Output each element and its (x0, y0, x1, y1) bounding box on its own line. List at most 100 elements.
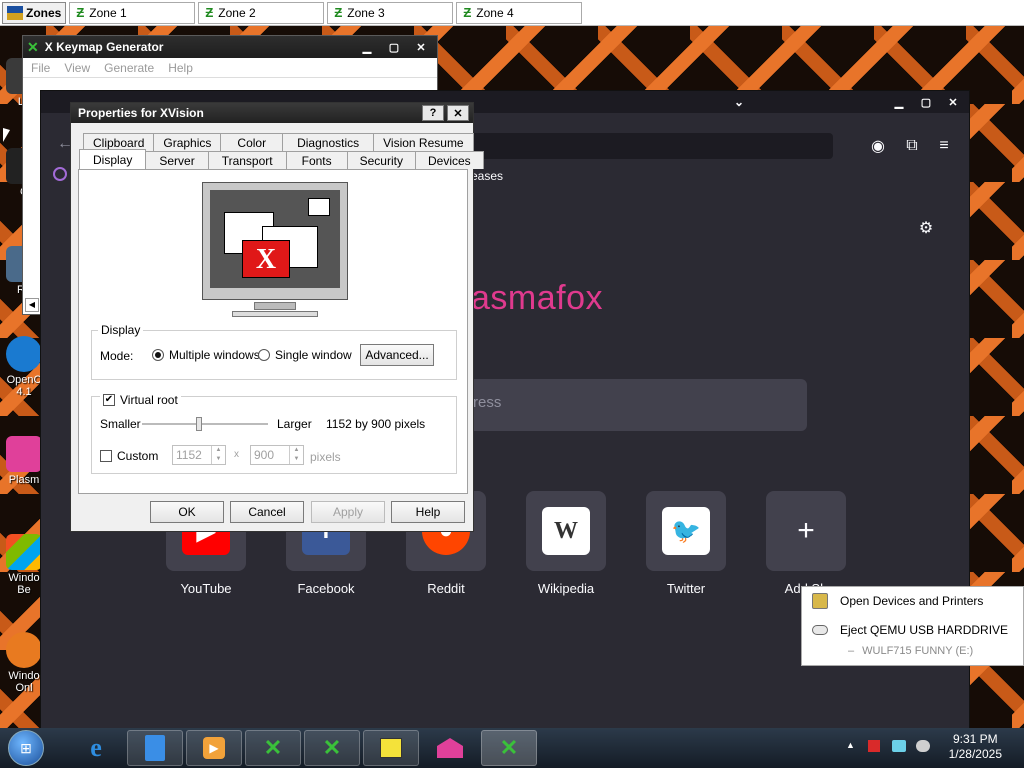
clock-time: 9:31 PM (952, 732, 998, 746)
custom-width-stepper[interactable]: 1152 ▲ ▼ (172, 445, 226, 465)
open-devices-item[interactable]: Open Devices and Printers (812, 593, 983, 609)
zone-1[interactable]: Ƶ Zone 1 (69, 1, 196, 24)
tab-devices[interactable]: Devices (414, 151, 484, 169)
custom-label: Custom (117, 449, 159, 463)
editor-icon[interactable] (363, 730, 419, 766)
extensions-icon[interactable]: ⧉ (901, 135, 923, 157)
plasma-icon (6, 436, 42, 472)
props-titlebar[interactable]: Properties for XVision ? ✕ (71, 103, 473, 123)
eject-usb-item[interactable]: Eject QEMU USB HARDDRIVE (812, 623, 1008, 637)
zone-3[interactable]: Ƶ Zone 3 (327, 1, 454, 24)
zones-icon (7, 5, 23, 20)
start-orb-icon[interactable]: ⊞ (8, 730, 44, 766)
keymap-menubar: File View Generate Help (23, 58, 437, 78)
clock[interactable]: 9:31 PM 1/28/2025 (949, 732, 1002, 762)
spin-arrows-icon[interactable]: ▲ ▼ (211, 446, 225, 464)
custom-checkbox[interactable]: Custom (100, 449, 158, 463)
display-tab-panel: X Display Mode: Multiple windows Single … (78, 169, 468, 494)
shortcut-tile-twitter[interactable]: 🐦 Twitter (626, 491, 746, 596)
chevron-down-icon[interactable]: ⌄ (734, 95, 744, 109)
help-button[interactable]: Help (391, 501, 465, 523)
zone-4[interactable]: Ƶ Zone 4 (456, 1, 583, 24)
xvision-icon[interactable]: ✕ (245, 730, 301, 766)
maximize-icon[interactable]: ▢ (914, 94, 938, 110)
virtual-root-checkbox[interactable]: ✔ Virtual root (100, 393, 181, 407)
close-icon[interactable]: ✕ (447, 105, 469, 121)
tab-security[interactable]: Security (346, 151, 416, 169)
close-icon[interactable]: ✕ (941, 94, 965, 110)
tab-row-bottom: Display Server Transport Fonts Security … (79, 149, 484, 169)
show-hidden-icons-icon[interactable]: ▲ (846, 740, 855, 750)
menu-view[interactable]: View (64, 61, 90, 75)
zones-button[interactable]: Zones (2, 1, 67, 24)
radio-selected-icon (152, 349, 164, 361)
tab-diagnostics[interactable]: Diagnostics (282, 133, 375, 151)
xvision-active-icon[interactable]: ✕ (481, 730, 537, 766)
tab-display[interactable]: Display (79, 149, 147, 169)
zone-label: Zone 3 (347, 5, 385, 20)
usb-tray-icon[interactable] (916, 740, 930, 752)
minimize-icon[interactable]: ▁ (355, 39, 379, 55)
desktop-icon-label: Windo Be (8, 572, 40, 596)
desktop-icon-label: Windo Onl (8, 670, 40, 694)
spin-arrows-icon[interactable]: ▲ ▼ (289, 446, 303, 464)
tab-fonts[interactable]: Fonts (285, 151, 348, 169)
close-icon[interactable]: ✕ (409, 39, 433, 55)
xvision-font-icon[interactable]: ✕ (304, 730, 360, 766)
help-question-icon[interactable]: ? (422, 105, 444, 121)
custom-height-stepper[interactable]: 900 ▲ ▼ (250, 445, 304, 465)
ie-icon[interactable]: e (68, 730, 124, 766)
cancel-button[interactable]: Cancel (230, 501, 304, 523)
radio-single-window[interactable]: Single window (258, 348, 352, 362)
tab-vision-resume[interactable]: Vision Resume (373, 133, 474, 151)
keymap-titlebar[interactable]: ✕ X Keymap Generator ▁ ▢ ✕ (23, 36, 437, 58)
zone-icon: Ƶ (334, 5, 343, 20)
gear-icon[interactable]: ⚙ (915, 217, 937, 239)
clock-date: 1/28/2025 (948, 747, 1002, 761)
files-icon[interactable] (127, 730, 183, 766)
tile-label: Twitter (666, 581, 706, 596)
display-group: Display Mode: Multiple windows Single wi… (91, 323, 457, 380)
maximize-icon[interactable]: ▢ (382, 39, 406, 55)
eject-label: Eject QEMU USB HARDDRIVE (840, 623, 1009, 637)
bookmark-item[interactable]: eases (471, 169, 503, 183)
tab-server[interactable]: Server (145, 151, 209, 169)
slider-thumb[interactable] (196, 417, 202, 431)
desktop-icon-label: OpenC 4.1 (6, 374, 42, 398)
windows-icon (6, 632, 42, 668)
open-devices-label: Open Devices and Printers (840, 594, 984, 608)
add-shortcut-tile[interactable]: + Add Sh (746, 491, 866, 596)
ok-button[interactable]: OK (150, 501, 224, 523)
zone-label: Zone 2 (218, 5, 256, 20)
scroll-left-arrow-icon[interactable]: ◀ (25, 298, 39, 312)
radio-unselected-icon (258, 349, 270, 361)
media-player-icon[interactable]: ▶ (186, 730, 242, 766)
account-icon[interactable]: ◉ (867, 135, 889, 157)
menu-help[interactable]: Help (168, 61, 193, 75)
tab-color[interactable]: Color (220, 133, 284, 151)
shortcut-tile-wikipedia[interactable]: W Wikipedia (506, 491, 626, 596)
apply-button[interactable]: Apply (311, 501, 385, 523)
properties-dialog: Properties for XVision ? ✕ Clipboard Gra… (70, 102, 484, 532)
resolution-readout: 1152 by 900 pixels (326, 417, 426, 431)
menu-file[interactable]: File (31, 61, 50, 75)
flag-icon[interactable] (868, 740, 880, 752)
advanced-button[interactable]: Advanced... (360, 344, 434, 366)
menu-generate[interactable]: Generate (104, 61, 154, 75)
menu-hamburger-icon[interactable]: ≡ (933, 135, 955, 157)
resolution-slider[interactable] (142, 417, 268, 431)
display-group-label: Display (98, 323, 144, 337)
search-input[interactable]: ress (461, 379, 807, 431)
minimize-icon[interactable]: ▁ (887, 94, 911, 110)
drive-subitem[interactable]: – WULF715 FUNNY (E:) (848, 645, 973, 657)
search-placeholder: ress (473, 394, 502, 411)
wikipedia-icon: W (542, 507, 590, 555)
url-bar[interactable] (471, 133, 833, 159)
tile-label: Wikipedia (537, 581, 595, 596)
plasma-icon[interactable] (422, 730, 478, 766)
tab-graphics[interactable]: Graphics (153, 133, 222, 151)
tab-transport[interactable]: Transport (207, 151, 287, 169)
radio-multiple-windows[interactable]: Multiple windows (152, 348, 260, 362)
network-icon[interactable] (892, 740, 906, 752)
zone-2[interactable]: Ƶ Zone 2 (198, 1, 325, 24)
